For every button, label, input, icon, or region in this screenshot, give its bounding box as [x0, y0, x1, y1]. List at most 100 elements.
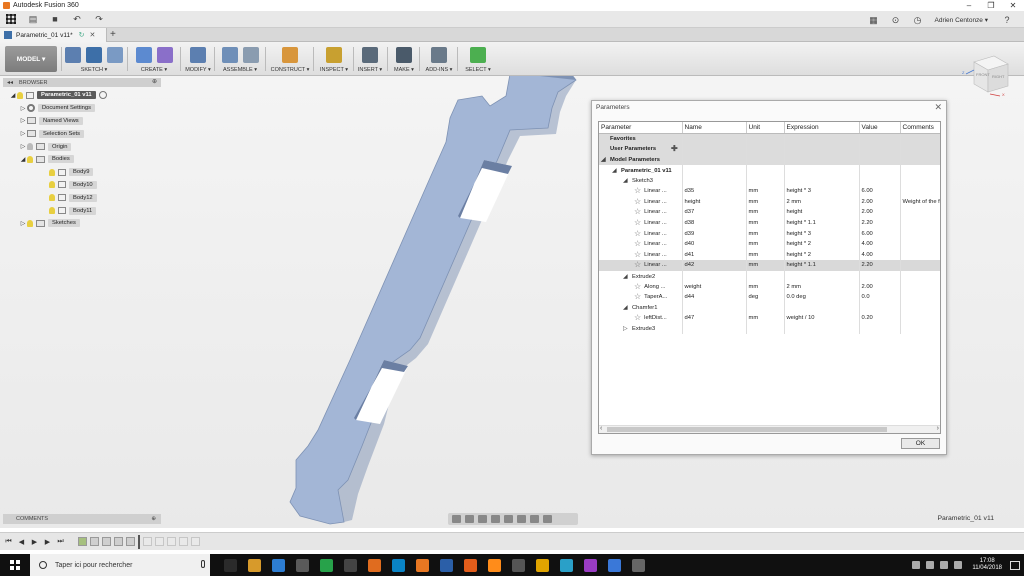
- favorite-star-icon[interactable]: ☆: [634, 293, 641, 301]
- zoom-icon[interactable]: [491, 515, 500, 523]
- action-center-icon[interactable]: [1010, 560, 1020, 570]
- taskbar-app-icon[interactable]: [440, 558, 453, 572]
- timeline-prev-icon[interactable]: ◀: [17, 538, 26, 546]
- parameter-name-cell[interactable]: [682, 323, 747, 335]
- redo-icon[interactable]: ↷: [94, 14, 104, 24]
- parameter-expr-cell[interactable]: 2 mm: [784, 281, 860, 292]
- section-row[interactable]: Favorites: [599, 133, 940, 144]
- toolbar-tool-icon[interactable]: [326, 47, 342, 63]
- toolbar-group-label[interactable]: SELECT ▾: [462, 67, 494, 73]
- toolbar-tool-icon[interactable]: [135, 47, 152, 63]
- toolbar-tool-icon[interactable]: [221, 47, 238, 63]
- column-header-comments[interactable]: Comments: [900, 122, 940, 134]
- visibility-bulb-icon[interactable]: [27, 143, 33, 151]
- taskbar-app-icon[interactable]: [320, 558, 333, 572]
- expand-toggle-icon[interactable]: ▷: [623, 325, 632, 332]
- table-row[interactable]: ☆ TaperA... d44 deg 0.0 deg 0.0: [599, 291, 940, 303]
- browser-item-body11[interactable]: Body11: [3, 204, 161, 217]
- parameter-expr-cell[interactable]: [784, 164, 860, 176]
- browser-item-parametric-01-v11[interactable]: ◢ Parametric_01 v11: [3, 89, 161, 102]
- fit-zoom-icon[interactable]: [504, 515, 513, 523]
- visibility-bulb-icon[interactable]: [17, 91, 23, 99]
- favorite-star-icon[interactable]: ☆: [634, 250, 641, 259]
- parameter-comment-cell[interactable]: [900, 175, 940, 186]
- people-icon[interactable]: [912, 561, 921, 569]
- column-header-parameter[interactable]: Parameter: [599, 122, 683, 134]
- parameter-name-cell[interactable]: d35: [682, 185, 747, 197]
- table-row[interactable]: ☆ Linear ... d37 mm height 2.00: [599, 207, 940, 218]
- browser-item-document-settings[interactable]: ▷ Document Settings: [3, 102, 161, 115]
- favorite-star-icon[interactable]: ☆: [634, 261, 641, 269]
- favorite-star-icon[interactable]: ☆: [634, 282, 641, 291]
- column-header-name[interactable]: Name: [682, 122, 747, 134]
- favorite-star-icon[interactable]: ☆: [634, 208, 641, 216]
- favorite-star-icon[interactable]: ☆: [634, 229, 641, 238]
- timeline-feature[interactable]: [191, 537, 200, 546]
- favorite-star-icon[interactable]: ☆: [634, 314, 641, 322]
- table-row[interactable]: ◢ Sketch3: [599, 175, 940, 186]
- toolbar-group-label[interactable]: CREATE ▾: [131, 67, 177, 73]
- favorite-star-icon[interactable]: ☆: [634, 219, 641, 227]
- parameter-comment-cell[interactable]: [900, 185, 940, 197]
- taskbar-app-icon[interactable]: [224, 558, 237, 572]
- taskbar-app-icon[interactable]: [536, 558, 549, 572]
- browser-item-body12[interactable]: Body12: [3, 191, 161, 204]
- section-row[interactable]: User Parameters ✚: [599, 143, 940, 155]
- expand-toggle-icon[interactable]: ◢: [601, 156, 610, 163]
- parameter-comment-cell[interactable]: [900, 238, 940, 250]
- taskbar-app-icon[interactable]: [560, 558, 573, 572]
- table-row[interactable]: ☆ Linear ... d39 mm height * 3 6.00: [599, 228, 940, 239]
- pan-hand-icon[interactable]: [478, 515, 487, 523]
- toolbar-tool-icon[interactable]: [431, 47, 447, 63]
- visibility-bulb-icon[interactable]: [27, 219, 33, 227]
- scroll-left-icon[interactable]: ‹: [600, 425, 602, 432]
- close-window-button[interactable]: ✕: [1002, 0, 1024, 11]
- toolbar-group-label[interactable]: INSERT ▾: [356, 67, 384, 73]
- workspace-switcher-button[interactable]: MODEL ▾: [5, 46, 57, 72]
- look-at-icon[interactable]: [465, 515, 474, 523]
- toolbar-tool-icon[interactable]: [107, 47, 123, 63]
- parameter-expr-cell[interactable]: height: [784, 207, 860, 218]
- table-row[interactable]: ☆ Linear ... height mm 2 mm 2.00 Weight of the…: [599, 196, 940, 208]
- parameter-comment-cell[interactable]: [900, 217, 940, 229]
- browser-pin-icon[interactable]: ⊕: [152, 78, 157, 87]
- browser-item-bodies[interactable]: ◢ Bodies: [3, 153, 161, 166]
- parameter-expr-cell[interactable]: [784, 175, 860, 186]
- undo-icon[interactable]: ↶: [72, 14, 82, 24]
- table-row[interactable]: ☆ leftDist... d47 mm weight / 10 0.20: [599, 313, 940, 324]
- parameter-name-cell[interactable]: d38: [682, 217, 747, 229]
- timeline-feature[interactable]: [78, 537, 87, 546]
- favorite-star-icon[interactable]: ☆: [634, 197, 641, 206]
- file-menu-icon[interactable]: ▤: [28, 14, 38, 24]
- scroll-right-icon[interactable]: ›: [937, 425, 939, 432]
- taskbar-search[interactable]: Taper ici pour rechercher: [30, 554, 210, 576]
- toolbar-tool-icon[interactable]: [470, 47, 486, 63]
- expand-toggle-icon[interactable]: ◢: [623, 304, 632, 311]
- viewcube[interactable]: FRONT RIGHT Z X: [960, 52, 1016, 98]
- visibility-bulb-icon[interactable]: [49, 207, 55, 215]
- parameter-comment-cell[interactable]: [900, 228, 940, 239]
- toolbar-tool-icon[interactable]: [396, 47, 412, 63]
- toolbar-group-label[interactable]: ASSEMBLE ▾: [218, 67, 262, 73]
- parameter-name-cell[interactable]: d41: [682, 249, 747, 261]
- timeline-feature[interactable]: [114, 537, 123, 546]
- timeline-last-icon[interactable]: ⏭: [56, 538, 65, 546]
- table-row[interactable]: ▷ Extrude3: [599, 323, 940, 335]
- parameter-comment-cell[interactable]: [900, 164, 940, 176]
- parameter-name-cell[interactable]: d40: [682, 238, 747, 250]
- parameter-expr-cell[interactable]: 0.0 deg: [784, 291, 860, 303]
- table-row[interactable]: ☆ Linear ... d41 mm height * 2 4.00: [599, 249, 940, 261]
- expand-toggle-icon[interactable]: ▷: [19, 130, 27, 137]
- viewports-icon[interactable]: [543, 515, 552, 523]
- data-panel-grid-icon[interactable]: [6, 14, 16, 24]
- parameter-name-cell[interactable]: height: [682, 196, 747, 208]
- clock[interactable]: 17:08 11/04/2018: [972, 558, 1002, 572]
- expand-toggle-icon[interactable]: ◢: [19, 156, 27, 163]
- activate-radio-icon[interactable]: [98, 91, 107, 100]
- toolbar-tool-icon[interactable]: [362, 47, 378, 63]
- toolbar-group-label[interactable]: MODIFY ▾: [185, 67, 211, 73]
- parameter-name-cell[interactable]: weight: [682, 281, 747, 292]
- timeline-feature[interactable]: [155, 537, 164, 546]
- table-row[interactable]: ☆ Linear ... d38 mm height * 1.1 2.20: [599, 217, 940, 229]
- column-header-unit[interactable]: Unit: [746, 122, 785, 134]
